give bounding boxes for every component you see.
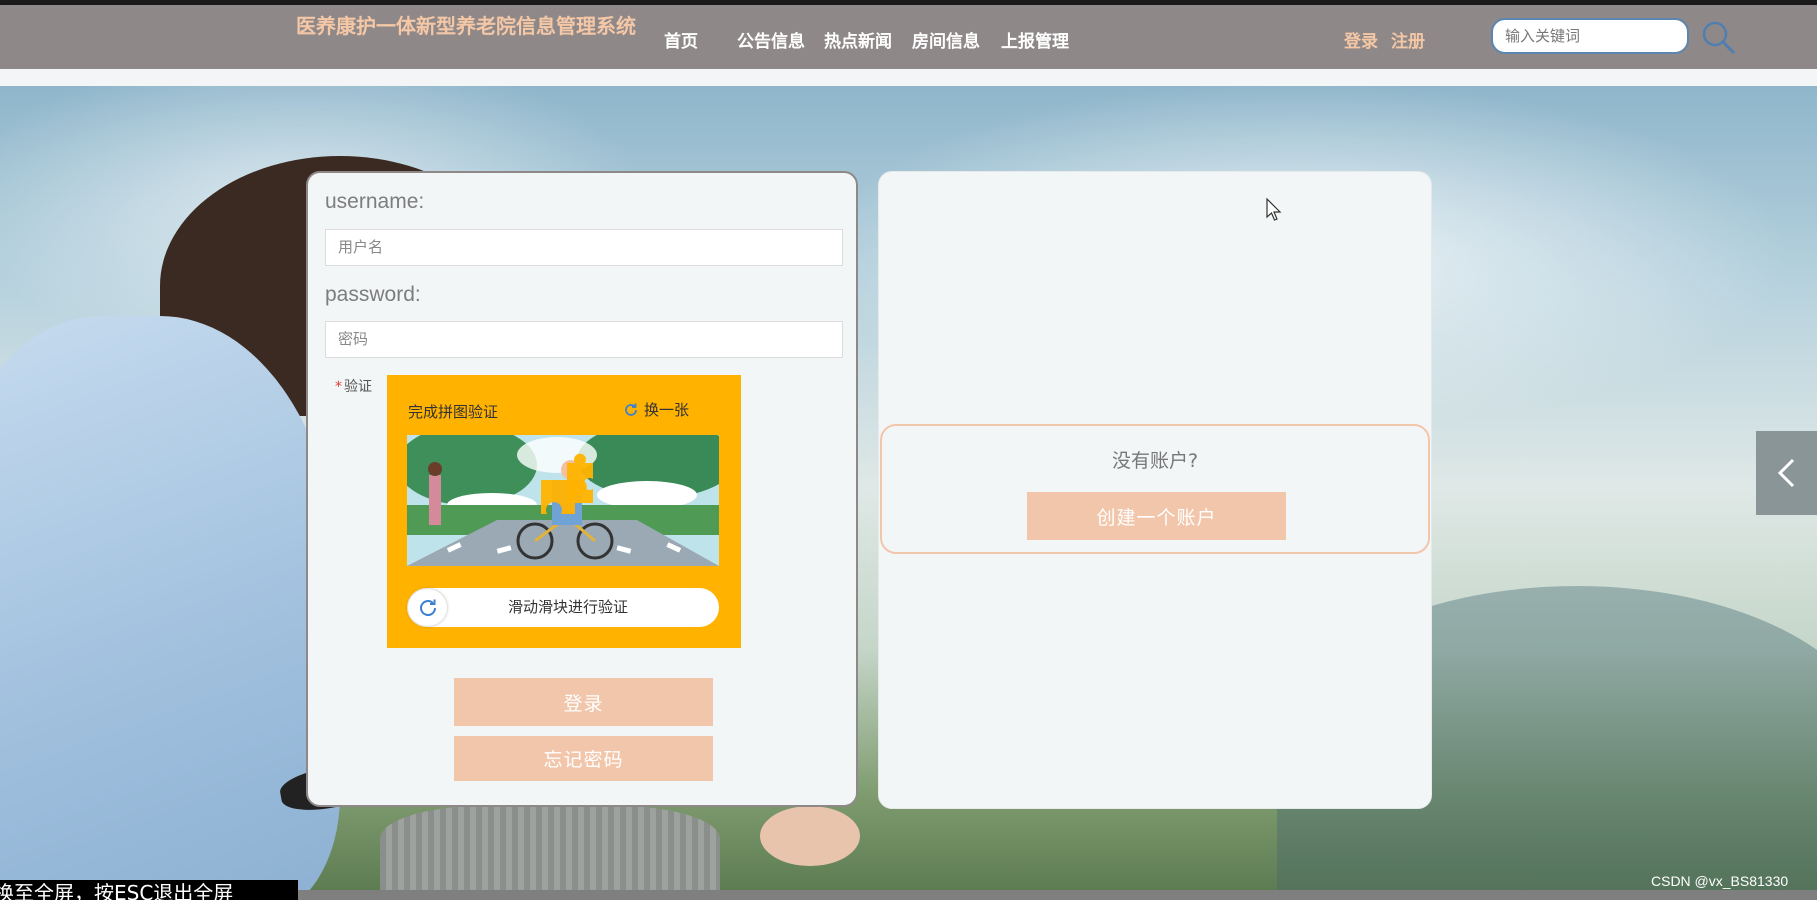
- captcha-slider-track[interactable]: 滑动滑块进行验证: [407, 588, 719, 627]
- captcha-slider-handle[interactable]: [408, 589, 447, 626]
- header-subbar: [0, 69, 1817, 86]
- no-account-text: 没有账户?: [1111, 450, 1199, 472]
- verify-label-text: 验证: [344, 379, 372, 395]
- password-input[interactable]: [325, 321, 843, 358]
- login-panel: username: password: *验证 完成拼图验证 换一张: [306, 171, 858, 807]
- background-person-hand: [760, 806, 860, 866]
- required-mark: *: [335, 379, 342, 395]
- register-link[interactable]: 注册: [1391, 27, 1425, 52]
- username-label: username:: [325, 190, 425, 213]
- side-toggle-button[interactable]: [1756, 431, 1817, 515]
- captcha-title: 完成拼图验证: [408, 403, 499, 421]
- password-label: password:: [325, 283, 421, 306]
- chevron-left-icon: [1777, 458, 1794, 488]
- background-person-sweater: [380, 806, 720, 890]
- username-input[interactable]: [325, 229, 843, 266]
- refresh-icon: [419, 599, 436, 616]
- captcha-slider-text: 滑动滑块进行验证: [507, 598, 628, 616]
- forgot-password-button[interactable]: 忘记密码: [454, 736, 713, 781]
- mouse-pointer-icon: [1266, 197, 1282, 222]
- create-account-button[interactable]: 创建一个账户: [1027, 492, 1286, 540]
- nav-home[interactable]: 首页: [664, 27, 698, 52]
- search-icon[interactable]: [1700, 19, 1736, 55]
- captcha-puzzle-image: [407, 435, 719, 566]
- search-input[interactable]: [1491, 18, 1689, 54]
- puzzle-captcha: 完成拼图验证 换一张 滑动滑块进行验证: [387, 375, 741, 648]
- captcha-refresh-label: 换一张: [644, 401, 690, 419]
- register-box: 没有账户? 创建一个账户: [880, 424, 1430, 554]
- register-panel: 没有账户? 创建一个账户: [878, 171, 1432, 809]
- nav-room-info[interactable]: 房间信息: [912, 27, 980, 52]
- watermark: CSDN @vx_BS81330: [1651, 873, 1789, 889]
- fullscreen-hint: 换至全屏，按ESC退出全屏: [0, 880, 298, 900]
- refresh-icon: [625, 403, 637, 416]
- site-header: 医养康护一体新型养老院信息管理系统 首页 公告信息 热点新闻 房间信息 上报管理…: [0, 5, 1817, 69]
- nav-report-management[interactable]: 上报管理: [1001, 27, 1069, 52]
- nav-announcements[interactable]: 公告信息: [737, 27, 805, 52]
- verify-label: * 验证: [335, 376, 372, 396]
- captcha-refresh-button[interactable]: 换一张: [623, 399, 689, 420]
- nav-hot-news[interactable]: 热点新闻: [824, 27, 892, 52]
- login-link[interactable]: 登录: [1344, 27, 1378, 52]
- login-button[interactable]: 登录: [454, 678, 713, 726]
- site-title: 医养康护一体新型养老院信息管理系统: [296, 16, 636, 38]
